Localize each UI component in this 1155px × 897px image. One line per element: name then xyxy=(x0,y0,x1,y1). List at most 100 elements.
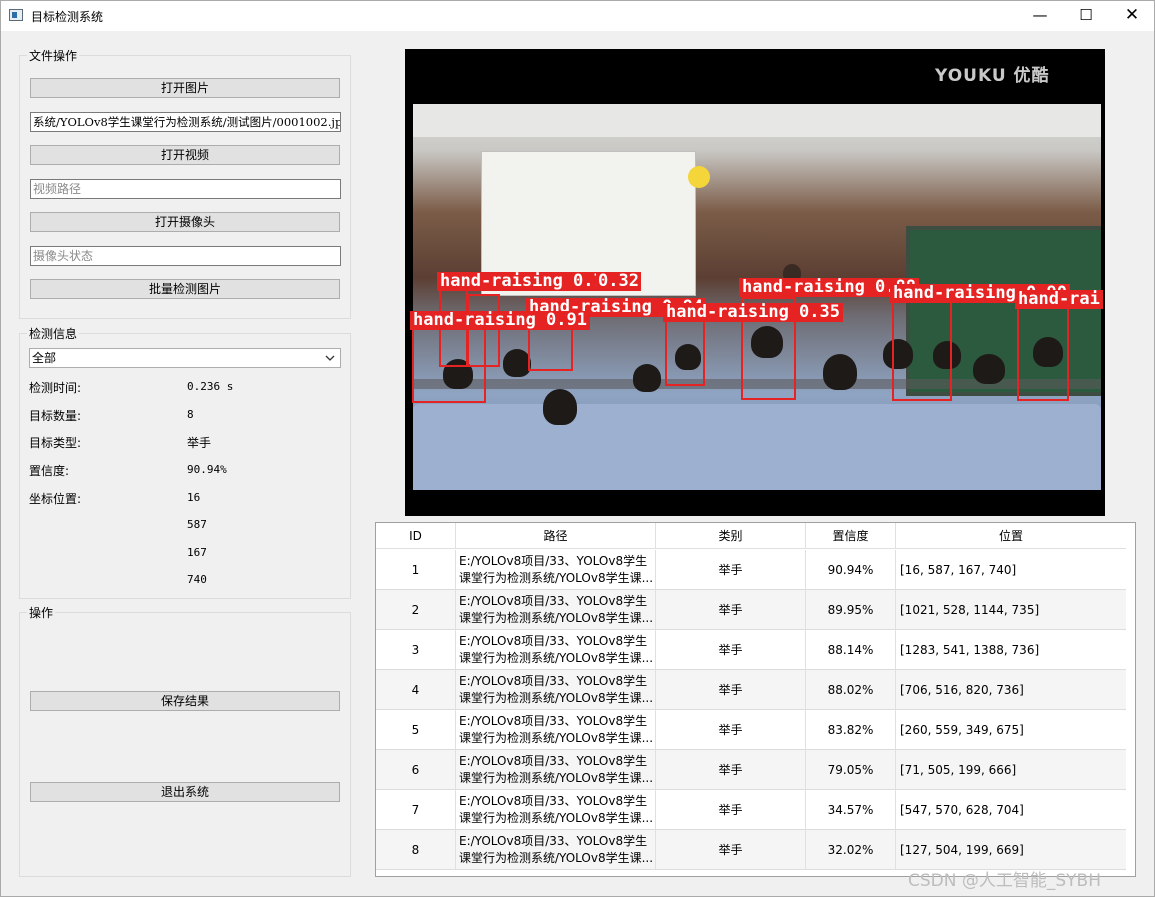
position-xmin: 16 xyxy=(187,491,201,504)
table-row[interactable]: 1 E:/YOLOv8项目/33、YOLOv8学生 课堂行为检测系统/YOLOv8学… xyxy=(376,550,1126,590)
header-class[interactable]: 类别 xyxy=(656,523,806,549)
class-filter-select[interactable]: 全部 xyxy=(29,348,341,368)
position-ymin: 587 xyxy=(187,518,207,531)
cell-path-line2: 课堂行为检测系统/YOLOv8学生课... xyxy=(459,851,654,865)
cell-position: [127, 504, 199, 669] xyxy=(900,843,1024,857)
cell-confidence: 88.02% xyxy=(806,670,896,710)
cell-position: [1021, 528, 1144, 735] xyxy=(900,603,1040,617)
detection-image: YOUKU 优酷 hand-raising 0.79 0.32 hand-rai… xyxy=(405,49,1105,516)
detection-box xyxy=(412,320,486,403)
table-row[interactable]: 6 E:/YOLOv8项目/33、YOLOv8学生 课堂行为检测系统/YOLOv8学… xyxy=(376,750,1126,790)
cell-path-line2: 课堂行为检测系统/YOLOv8学生课... xyxy=(459,691,654,705)
cell-path-line1: E:/YOLOv8项目/33、YOLOv8学生 xyxy=(459,634,648,648)
table-row[interactable]: 4 E:/YOLOv8项目/33、YOLOv8学生 课堂行为检测系统/YOLOv8学… xyxy=(376,670,1126,710)
type-value: 举手 xyxy=(187,436,212,450)
table-row[interactable]: 5 E:/YOLOv8项目/33、YOLOv8学生 课堂行为检测系统/YOLOv8学… xyxy=(376,710,1126,750)
batch-detect-button[interactable]: 批量检测图片 xyxy=(30,279,340,299)
table-row[interactable]: 3 E:/YOLOv8项目/33、YOLOv8学生 课堂行为检测系统/YOLOv8学… xyxy=(376,630,1126,670)
cell-path-line2: 课堂行为检测系统/YOLOv8学生课... xyxy=(459,811,654,825)
cell-path-line1: E:/YOLOv8项目/33、YOLOv8学生 xyxy=(459,834,648,848)
cell-path-line1: E:/YOLOv8项目/33、YOLOv8学生 xyxy=(459,594,648,608)
video-path-field[interactable]: 视频路径 xyxy=(30,179,341,199)
minimize-button[interactable]: — xyxy=(1017,0,1063,31)
cell-path: E:/YOLOv8项目/33、YOLOv8学生 课堂行为检测系统/YOLOv8学生… xyxy=(456,590,656,630)
maximize-button[interactable]: ☐ xyxy=(1063,0,1109,31)
cell-id: 2 xyxy=(376,590,456,630)
cell-path: E:/YOLOv8项目/33、YOLOv8学生 课堂行为检测系统/YOLOv8学生… xyxy=(456,830,656,870)
cell-confidence: 79.05% xyxy=(806,750,896,790)
cell-id: 4 xyxy=(376,670,456,710)
header-path[interactable]: 路径 xyxy=(456,523,656,549)
image-path-field[interactable]: 系统/YOLOv8学生课堂行为检测系统/测试图片/0001002.jpg xyxy=(30,112,341,132)
table-header: ID 路径 类别 置信度 位置 xyxy=(376,523,1126,549)
position-ymax: 740 xyxy=(187,573,207,586)
cell-position: [16, 587, 167, 740] xyxy=(900,563,1017,577)
type-label: 目标类型: xyxy=(29,436,82,450)
header-id[interactable]: ID xyxy=(376,523,456,549)
cell-path-line1: E:/YOLOv8项目/33、YOLOv8学生 xyxy=(459,794,648,808)
open-image-button[interactable]: 打开图片 xyxy=(30,78,340,98)
cell-path: E:/YOLOv8项目/33、YOLOv8学生 课堂行为检测系统/YOLOv8学生… xyxy=(456,630,656,670)
cell-path-line1: E:/YOLOv8项目/33、YOLOv8学生 xyxy=(459,554,648,568)
results-table[interactable]: ID 路径 类别 置信度 位置 1 E:/YOLOv8项目/33、YOLOv8学生… xyxy=(375,522,1136,877)
cell-class: 举手 xyxy=(656,710,806,750)
open-camera-button[interactable]: 打开摄像头 xyxy=(30,212,340,232)
cell-path-line2: 课堂行为检测系统/YOLOv8学生课... xyxy=(459,731,654,745)
operations-group xyxy=(19,612,351,877)
detection-box xyxy=(892,301,952,401)
table-row[interactable]: 2 E:/YOLOv8项目/33、YOLOv8学生 课堂行为检测系统/YOLOv8学… xyxy=(376,590,1126,630)
position-label: 坐标位置: xyxy=(29,492,82,506)
cell-confidence: 83.82% xyxy=(806,710,896,750)
cell-confidence: 32.02% xyxy=(806,830,896,870)
csdn-watermark: CSDN @人工智能_SYBH xyxy=(908,871,1101,891)
cell-class: 举手 xyxy=(656,750,806,790)
cell-path: E:/YOLOv8项目/33、YOLOv8学生 课堂行为检测系统/YOLOv8学生… xyxy=(456,750,656,790)
cell-path-line1: E:/YOLOv8项目/33、YOLOv8学生 xyxy=(459,714,648,728)
cell-position: [260, 559, 349, 675] xyxy=(900,723,1024,737)
cell-position: [71, 505, 199, 666] xyxy=(900,763,1017,777)
position-xmax: 167 xyxy=(187,546,207,559)
cell-confidence: 89.95% xyxy=(806,590,896,630)
confidence-label: 置信度: xyxy=(29,464,70,478)
close-button[interactable]: ✕ xyxy=(1109,0,1155,31)
cell-path-line2: 课堂行为检测系统/YOLOv8学生课... xyxy=(459,771,654,785)
cell-position: [1283, 541, 1388, 736] xyxy=(900,643,1040,657)
cell-path-line1: E:/YOLOv8项目/33、YOLOv8学生 xyxy=(459,674,648,688)
table-row[interactable]: 8 E:/YOLOv8项目/33、YOLOv8学生 课堂行为检测系统/YOLOv8学… xyxy=(376,830,1126,870)
cell-class: 举手 xyxy=(656,550,806,590)
box-label: hand-raising 0.91 xyxy=(410,311,590,330)
count-label: 目标数量: xyxy=(29,409,82,423)
exit-system-button[interactable]: 退出系统 xyxy=(30,782,340,802)
cell-path-line1: E:/YOLOv8项目/33、YOLOv8学生 xyxy=(459,754,648,768)
time-label: 检测时间: xyxy=(29,381,82,395)
camera-status-field[interactable]: 摄像头状态 xyxy=(30,246,341,266)
cell-class: 举手 xyxy=(656,790,806,830)
header-position[interactable]: 位置 xyxy=(896,523,1126,549)
confidence-value: 90.94% xyxy=(187,463,227,476)
cell-id: 3 xyxy=(376,630,456,670)
open-video-button[interactable]: 打开视频 xyxy=(30,145,340,165)
box-label: 0.32 xyxy=(596,271,641,291)
operations-title: 操作 xyxy=(27,604,56,621)
cell-id: 5 xyxy=(376,710,456,750)
cell-path: E:/YOLOv8项目/33、YOLOv8学生 课堂行为检测系统/YOLOv8学生… xyxy=(456,670,656,710)
table-row[interactable]: 7 E:/YOLOv8项目/33、YOLOv8学生 课堂行为检测系统/YOLOv8学… xyxy=(376,790,1126,830)
header-confidence[interactable]: 置信度 xyxy=(806,523,896,549)
cell-position: [706, 516, 820, 736] xyxy=(900,683,1024,697)
count-value: 8 xyxy=(187,408,194,421)
youku-watermark: YOUKU 优酷 xyxy=(935,66,1050,86)
cell-confidence: 34.57% xyxy=(806,790,896,830)
cell-path-line2: 课堂行为检测系统/YOLOv8学生课... xyxy=(459,611,654,625)
cell-class: 举手 xyxy=(656,670,806,710)
cell-path-line2: 课堂行为检测系统/YOLOv8学生课... xyxy=(459,571,654,585)
detect-info-title: 检测信息 xyxy=(27,325,80,342)
cell-path: E:/YOLOv8项目/33、YOLOv8学生 课堂行为检测系统/YOLOv8学生… xyxy=(456,550,656,590)
box-label: hand-rai xyxy=(1015,290,1103,309)
cell-id: 8 xyxy=(376,830,456,870)
cell-path: E:/YOLOv8项目/33、YOLOv8学生 课堂行为检测系统/YOLOv8学生… xyxy=(456,710,656,750)
save-results-button[interactable]: 保存结果 xyxy=(30,691,340,711)
time-value: 0.236 s xyxy=(187,380,234,393)
cell-class: 举手 xyxy=(656,630,806,670)
cell-id: 1 xyxy=(376,550,456,590)
cell-position: [547, 570, 628, 704] xyxy=(900,803,1024,817)
